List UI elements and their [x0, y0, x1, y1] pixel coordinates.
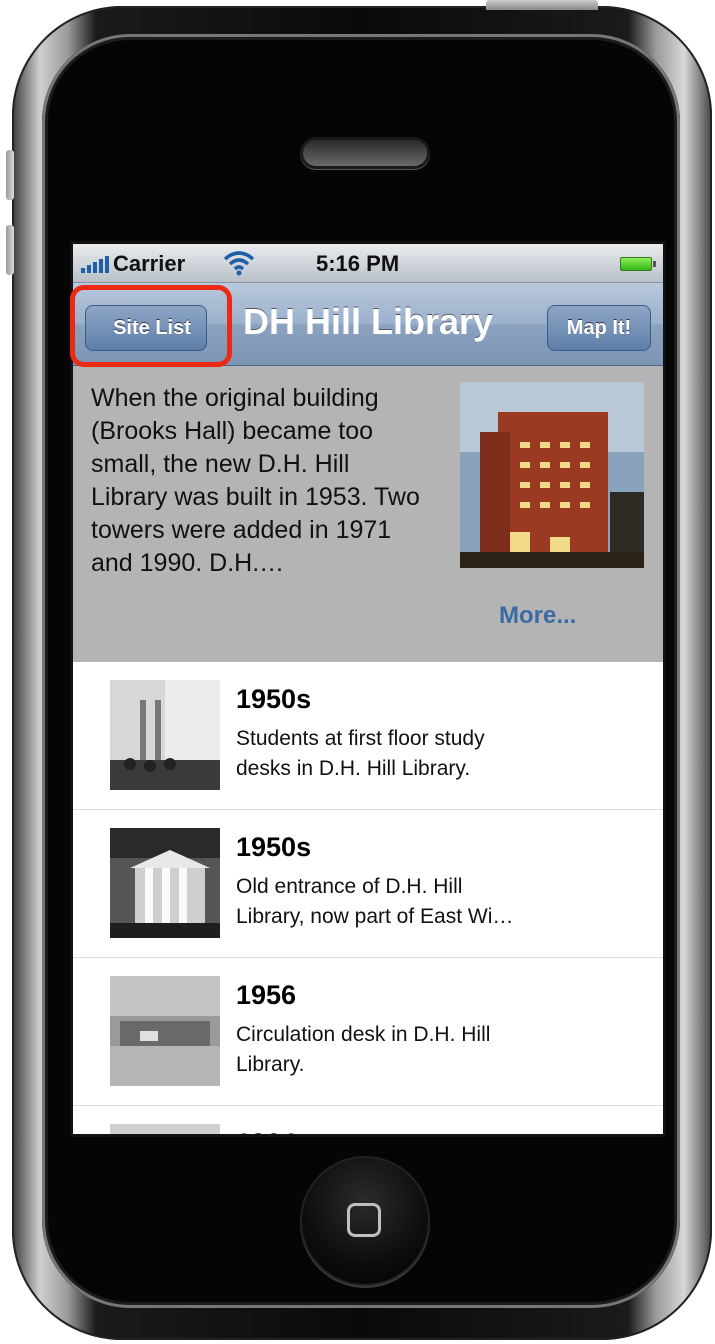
item-year: 1950s [236, 684, 312, 714]
item-year: 1964 [236, 1128, 296, 1134]
clock: 5:16 PM [316, 251, 400, 276]
list-item[interactable]: 1950s Old entrance of D.H. Hill Library,… [73, 810, 663, 958]
home-square-icon [347, 1203, 381, 1237]
list-item[interactable]: 1964 [73, 1106, 663, 1134]
home-button[interactable] [302, 1158, 428, 1284]
item-thumbnail [110, 976, 220, 1086]
item-description: Circulation desk in D.H. Hill Library. [236, 1023, 491, 1076]
item-description: Students at first floor study desks in D… [236, 727, 485, 780]
volume-down-button [6, 225, 14, 275]
item-thumbnail [110, 1124, 220, 1134]
wifi-icon [223, 251, 255, 276]
map-it-button[interactable]: Map It! [547, 305, 651, 351]
site-intro: When the original building (Brooks Hall)… [73, 366, 663, 662]
item-thumbnail [110, 680, 220, 790]
signal-strength-icon [81, 255, 113, 273]
intro-text: When the original building (Brooks Hall)… [91, 384, 420, 577]
more-link[interactable]: More... [499, 602, 576, 630]
photo-list: 1950s Students at first floor study desk… [73, 662, 663, 1134]
status-bar: Carrier 5:16 PM [73, 244, 663, 283]
screen: Carrier 5:16 PM Site List DH Hill Librar… [73, 244, 663, 1134]
list-item[interactable]: 1956 Circulation desk in D.H. Hill Libra… [73, 958, 663, 1106]
highlight-annotation [70, 285, 232, 367]
volume-up-button [6, 150, 14, 200]
sleep-button [486, 0, 598, 10]
list-item[interactable]: 1950s Students at first floor study desk… [73, 662, 663, 810]
battery-icon [620, 257, 656, 271]
item-year: 1950s [236, 832, 312, 862]
earpiece-speaker [303, 140, 427, 166]
item-year: 1956 [236, 980, 297, 1010]
page-title: DH Hill Library [242, 301, 494, 342]
carrier-label: Carrier [113, 251, 186, 276]
item-thumbnail [110, 828, 220, 938]
item-description: Old entrance of D.H. Hill Library, now p… [236, 875, 514, 928]
library-photo[interactable] [460, 382, 644, 568]
